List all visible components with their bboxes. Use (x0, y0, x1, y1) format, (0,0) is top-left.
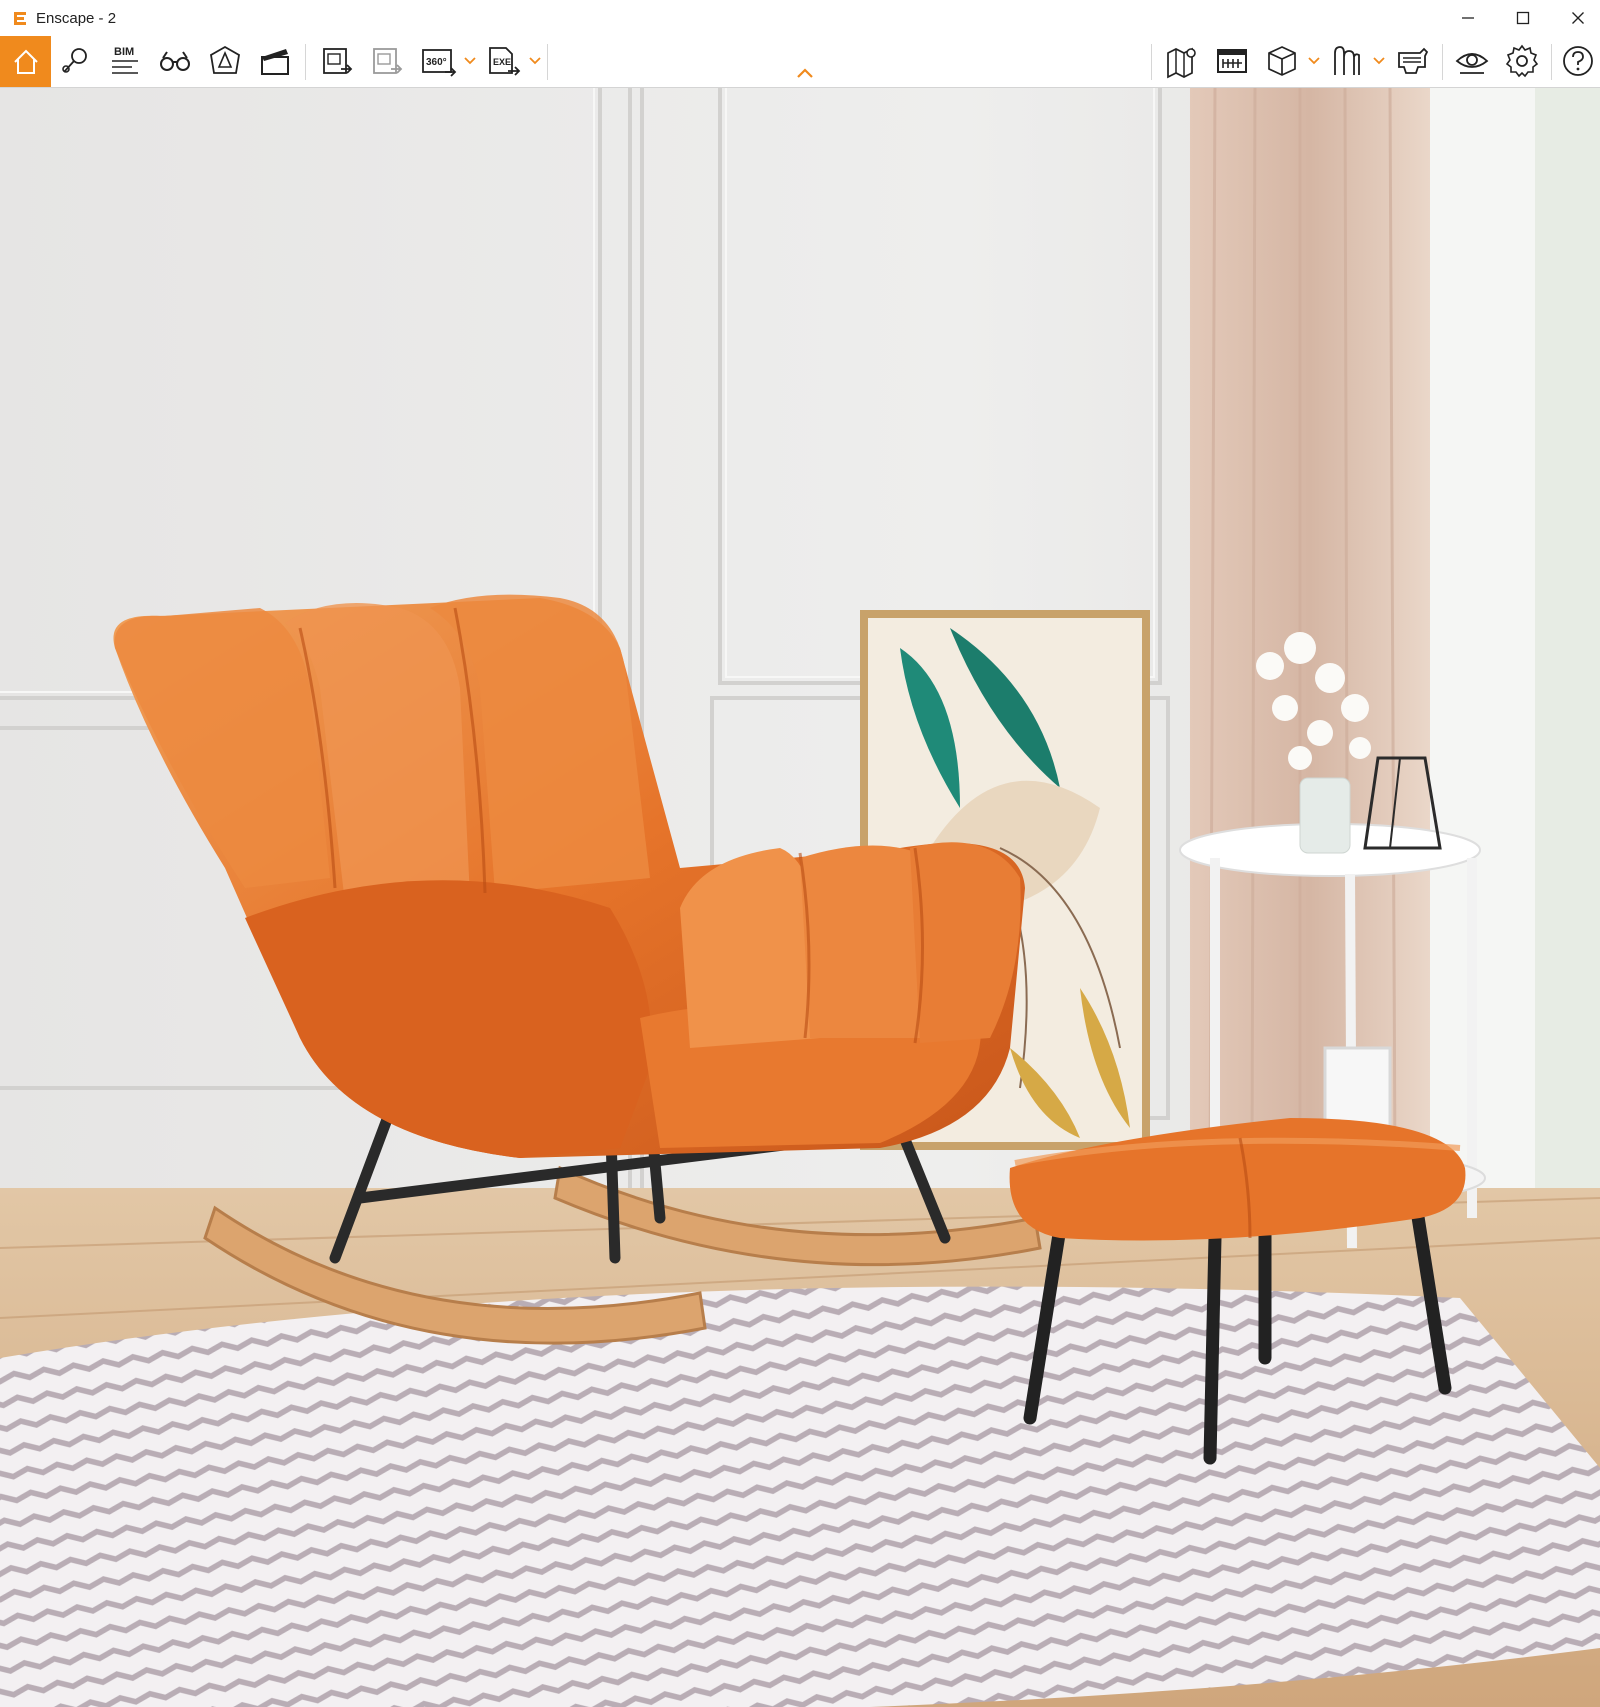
toolbar-divider (547, 44, 548, 80)
video-editor-button[interactable] (253, 39, 297, 83)
toolbar-divider (305, 44, 306, 80)
map-pin-icon (62, 48, 87, 73)
toolbar-divider (1151, 44, 1152, 80)
window-title: Enscape - 2 (36, 9, 117, 27)
scene-render (0, 88, 1600, 1707)
binoculars-button[interactable] (153, 39, 197, 83)
close-icon (1572, 12, 1584, 24)
svg-text:EXE: EXE (493, 57, 511, 67)
map-button[interactable] (1160, 39, 1204, 83)
asset-library-button[interactable] (203, 39, 247, 83)
exe-export-dropdown[interactable] (528, 54, 542, 68)
asset-icon (210, 45, 240, 74)
window-frame (1535, 88, 1600, 1188)
screenshot-button[interactable] (315, 39, 359, 83)
minimize-icon (1462, 17, 1474, 19)
eye-icon (1455, 53, 1489, 74)
chevron-down-icon (464, 57, 476, 65)
help-button[interactable] (1556, 39, 1600, 83)
bim-icon: BIM (112, 46, 138, 74)
striped-rug (0, 1286, 1600, 1707)
material-editor-button[interactable] (1210, 39, 1254, 83)
vr-headset-button[interactable] (1390, 39, 1434, 83)
exe-export-icon: EXE (489, 47, 521, 76)
annotation-icon (1334, 46, 1360, 75)
chevron-down-icon (1373, 57, 1385, 65)
bim-button[interactable]: BIM (103, 39, 147, 83)
collapse-toolbar-button[interactable] (795, 66, 815, 80)
render-viewport[interactable] (0, 88, 1600, 1707)
toolbar-divider (1442, 44, 1443, 80)
chevron-up-icon (797, 68, 813, 78)
clapperboard-icon (261, 49, 289, 75)
cube-icon (1268, 46, 1296, 76)
chevron-down-icon (529, 57, 541, 65)
box-view-button[interactable] (1260, 39, 1304, 83)
map-icon (1167, 47, 1196, 79)
home-icon (13, 49, 38, 74)
panorama-dropdown[interactable] (463, 54, 477, 68)
exe-export-button[interactable]: EXE (481, 39, 525, 83)
material-icon (1217, 49, 1247, 73)
main-toolbar: BIM 360° EXE (0, 36, 1600, 88)
close-button[interactable] (1550, 0, 1600, 36)
home-button[interactable] (0, 36, 51, 87)
toolbar-divider (1551, 44, 1552, 80)
vr-icon (1398, 47, 1429, 74)
gear-icon (1505, 44, 1539, 78)
visual-settings-button[interactable] (1450, 39, 1494, 83)
minimize-button[interactable] (1440, 0, 1496, 36)
box-view-dropdown[interactable] (1307, 54, 1321, 68)
panorama-button[interactable]: 360° (416, 39, 460, 83)
enscape-logo-icon (10, 8, 30, 28)
maximize-button[interactable] (1495, 0, 1551, 36)
title-bar: Enscape - 2 (0, 0, 1600, 36)
batch-render-button[interactable] (365, 39, 409, 83)
svg-text:BIM: BIM (114, 46, 134, 58)
general-settings-button[interactable] (1500, 39, 1544, 83)
maximize-icon (1516, 11, 1530, 25)
chevron-down-icon (1308, 57, 1320, 65)
annotation-dropdown[interactable] (1372, 54, 1386, 68)
binoculars-icon (160, 51, 190, 71)
views-button[interactable] (53, 39, 97, 83)
svg-text:360°: 360° (426, 57, 447, 68)
help-icon (1563, 46, 1593, 76)
batch-export-icon (373, 48, 403, 74)
image-export-icon (323, 48, 353, 74)
panorama-360-icon: 360° (422, 49, 457, 77)
annotation-button[interactable] (1325, 39, 1369, 83)
